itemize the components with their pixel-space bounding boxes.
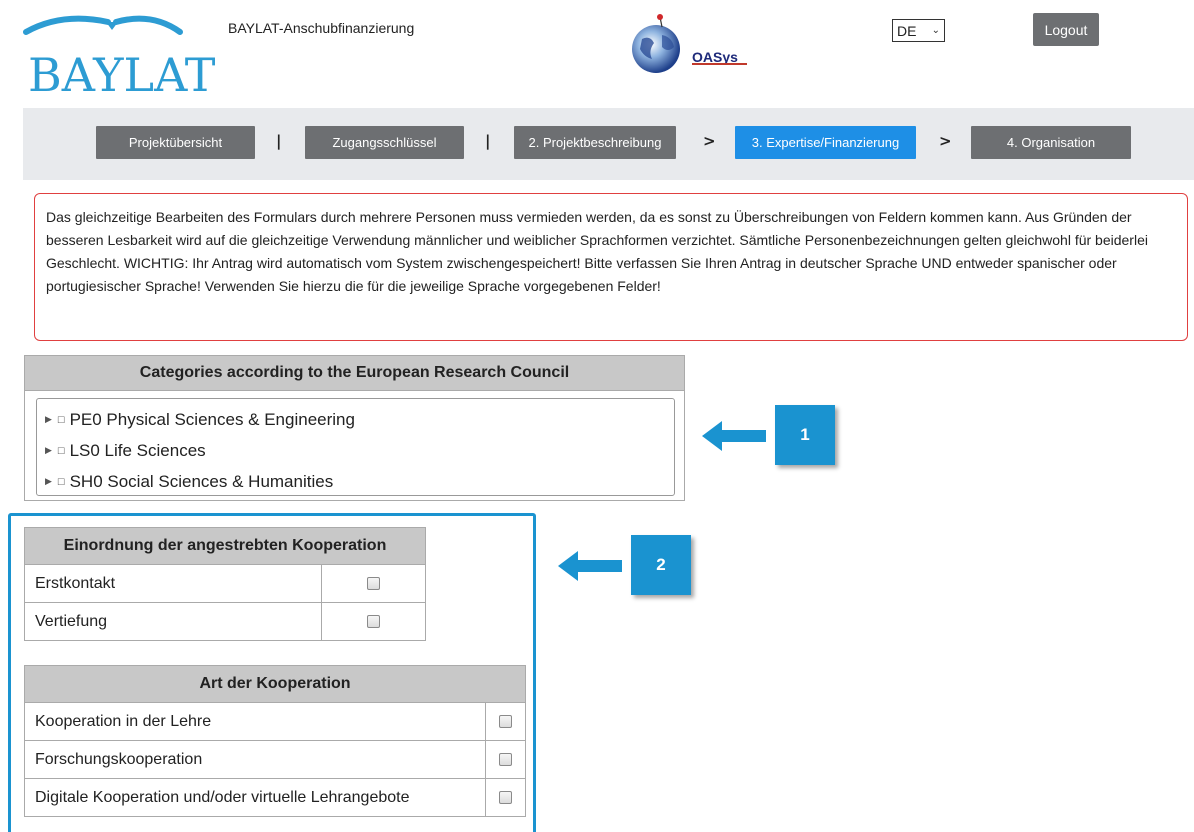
callout-badge-1: 1 [775, 405, 835, 465]
tree-item-sh0[interactable]: ▶ □ SH0 Social Sciences & Humanities [45, 466, 674, 497]
table-row: Erstkontakt [24, 564, 426, 603]
row-label: Forschungskooperation [24, 740, 486, 779]
chevron-down-icon: ⌄ [931, 25, 940, 36]
nav-separator: > [939, 132, 952, 150]
row-label: Kooperation in der Lehre [24, 702, 486, 741]
cooperation-type-table: Art der Kooperation Kooperation in der L… [24, 665, 526, 817]
logo-text: BAYLAT [28, 48, 216, 102]
language-select-value: DE [897, 22, 917, 39]
erc-tree: ▶ □ PE0 Physical Sciences & Engineering … [36, 398, 675, 496]
step-navigation: Projektübersicht | Zugangsschlüssel | 2.… [23, 108, 1194, 180]
expand-arrow-icon[interactable]: ▶ [45, 476, 52, 487]
checkbox-cell [485, 740, 526, 779]
language-select[interactable]: DE ⌄ [892, 19, 945, 42]
erstkontakt-checkbox[interactable] [367, 576, 380, 590]
node-icon: □ [57, 444, 65, 457]
cooperation-class-table: Einordnung der angestrebten Kooperation … [24, 527, 426, 641]
checkbox-cell [485, 778, 526, 817]
table-row: Vertiefung [24, 602, 426, 641]
checkbox-cell [485, 702, 526, 741]
lehre-checkbox[interactable] [499, 714, 512, 728]
erc-categories-panel: Categories according to the European Res… [24, 355, 685, 501]
checkbox-cell [321, 564, 426, 603]
table-row: Forschungskooperation [24, 740, 526, 779]
checkbox-cell [321, 602, 426, 641]
row-label: Digitale Kooperation und/oder virtuelle … [24, 778, 486, 817]
table-row: Kooperation in der Lehre [24, 702, 526, 741]
tree-item-ls0[interactable]: ▶ □ LS0 Life Sciences [45, 435, 674, 466]
expand-arrow-icon[interactable]: ▶ [45, 414, 52, 425]
callout-arrow-icon [558, 551, 622, 581]
table-title: Art der Kooperation [24, 665, 526, 703]
node-icon: □ [57, 413, 65, 426]
nav-separator: | [485, 132, 491, 150]
row-label: Erstkontakt [24, 564, 322, 603]
globe-icon [632, 14, 680, 73]
oasys-underline [692, 63, 747, 65]
node-icon: □ [57, 475, 65, 488]
nav-separator: > [703, 132, 716, 150]
tree-item-label: PE0 Physical Sciences & Engineering [69, 409, 355, 429]
callout-badge-2: 2 [631, 535, 691, 595]
table-row: Digitale Kooperation und/oder virtuelle … [24, 778, 526, 817]
notice-box: Das gleichzeitige Bearbeiten des Formula… [34, 193, 1188, 341]
app-title: BAYLAT-Anschubfinanzierung [228, 20, 415, 36]
nav-organisation[interactable]: 4. Organisation [971, 126, 1131, 159]
nav-projektuebersicht[interactable]: Projektübersicht [96, 126, 255, 159]
nav-zugangsschluessel[interactable]: Zugangsschlüssel [305, 126, 464, 159]
callout-arrow-icon [702, 421, 766, 451]
tree-item-pe0[interactable]: ▶ □ PE0 Physical Sciences & Engineering [45, 404, 674, 435]
row-label: Vertiefung [24, 602, 322, 641]
erc-panel-title: Categories according to the European Res… [25, 356, 684, 391]
baylat-logo: BAYLAT [22, 10, 215, 100]
table-title: Einordnung der angestrebten Kooperation [24, 527, 426, 565]
vertiefung-checkbox[interactable] [367, 614, 380, 628]
digital-checkbox[interactable] [499, 790, 512, 804]
nav-expertise-finanzierung[interactable]: 3. Expertise/Finanzierung [735, 126, 916, 159]
expand-arrow-icon[interactable]: ▶ [45, 445, 52, 456]
logo-arcs-icon [23, 15, 183, 35]
nav-projektbeschreibung[interactable]: 2. Projektbeschreibung [514, 126, 676, 159]
tree-item-label: LS0 Life Sciences [69, 440, 206, 460]
forschung-checkbox[interactable] [499, 752, 512, 766]
logout-button[interactable]: Logout [1033, 13, 1099, 46]
tree-item-label: SH0 Social Sciences & Humanities [69, 471, 334, 491]
nav-separator: | [276, 132, 282, 150]
